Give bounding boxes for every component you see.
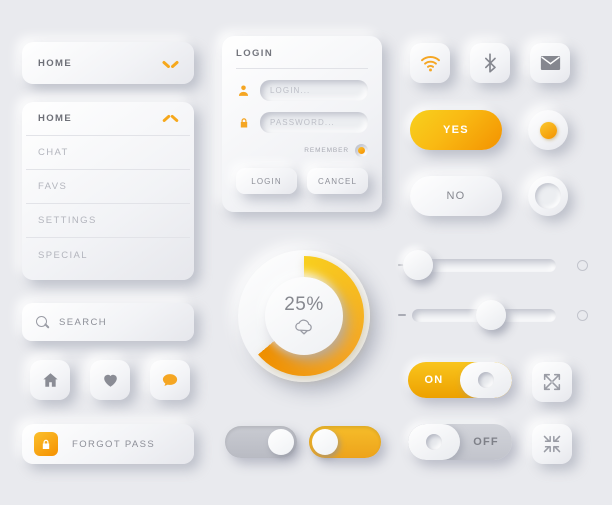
login-card: LOGIN LOGIN... PASSWORD... REMEMBER LOGI… bbox=[222, 36, 382, 212]
dropdown-collapsed-label: HOME bbox=[38, 57, 73, 69]
dropdown-item-label: SETTINGS bbox=[38, 215, 97, 226]
toggle-on[interactable]: ON bbox=[408, 362, 512, 398]
mail-icon bbox=[540, 56, 560, 70]
password-row: PASSWORD... bbox=[236, 112, 368, 133]
chat-button[interactable] bbox=[150, 360, 190, 400]
dropdown-item-favs[interactable]: FAVS bbox=[26, 170, 190, 204]
toggle-knob bbox=[268, 429, 294, 455]
login-actions: LOGIN CANCEL bbox=[236, 168, 368, 194]
password-placeholder: PASSWORD... bbox=[270, 118, 335, 127]
slider-handle[interactable] bbox=[476, 300, 507, 330]
expand-button[interactable] bbox=[532, 362, 572, 402]
chat-bubble-icon bbox=[162, 373, 178, 386]
dropdown-item-label: FAVS bbox=[38, 181, 68, 192]
toggle-off[interactable]: OFF bbox=[408, 424, 512, 460]
user-icon bbox=[236, 82, 251, 99]
minus-icon bbox=[398, 314, 406, 316]
collapse-button[interactable] bbox=[532, 424, 572, 464]
toggle-knob bbox=[312, 429, 338, 455]
password-field[interactable]: PASSWORD... bbox=[260, 112, 368, 133]
chevron-up-icon bbox=[163, 114, 178, 123]
forgot-password-label: FORGOT PASS bbox=[72, 438, 156, 450]
favorite-button[interactable] bbox=[90, 360, 130, 400]
dropdown-item-special[interactable]: SPECIAL bbox=[26, 238, 190, 272]
home-icon bbox=[42, 373, 58, 387]
cloud-download-icon bbox=[295, 319, 312, 335]
dropdown-item-settings[interactable]: SETTINGS bbox=[26, 204, 190, 238]
expand-icon bbox=[543, 373, 561, 391]
collapse-icon bbox=[543, 435, 561, 453]
login-title: LOGIN bbox=[236, 48, 274, 59]
circle-icon bbox=[577, 260, 588, 271]
toggle-knob bbox=[460, 362, 512, 398]
mail-button[interactable] bbox=[530, 43, 570, 83]
lock-icon bbox=[34, 432, 58, 456]
remember-label: REMEMBER bbox=[304, 147, 349, 154]
bluetooth-icon bbox=[485, 53, 496, 73]
lock-icon bbox=[236, 114, 251, 131]
radio-unselected[interactable] bbox=[528, 176, 568, 216]
progress-percent-label: 25% bbox=[284, 294, 324, 315]
home-button[interactable] bbox=[30, 360, 70, 400]
slider-track[interactable] bbox=[412, 259, 556, 272]
login-cancel-label: CANCEL bbox=[317, 176, 358, 186]
wifi-icon bbox=[420, 55, 440, 71]
yes-label: YES bbox=[443, 124, 469, 136]
forgot-password-button[interactable]: FORGOT PASS bbox=[22, 424, 194, 464]
radio-selected[interactable] bbox=[528, 110, 568, 150]
dropdown-item-home[interactable]: HOME bbox=[26, 102, 190, 136]
progress-ring-center: 25% bbox=[265, 277, 343, 355]
slider-empty[interactable] bbox=[398, 250, 588, 280]
no-label: NO bbox=[446, 190, 466, 202]
chevron-down-icon bbox=[163, 59, 178, 68]
slider-handle[interactable] bbox=[402, 250, 433, 280]
toggle-on-label: ON bbox=[424, 374, 444, 386]
yes-button[interactable]: YES bbox=[410, 110, 502, 150]
progress-ring[interactable]: 25% bbox=[238, 250, 370, 382]
search-text: SEARCH bbox=[59, 316, 107, 328]
username-row: LOGIN... bbox=[236, 80, 368, 101]
remember-row: REMEMBER bbox=[236, 144, 368, 157]
dropdown-collapsed[interactable]: HOME bbox=[22, 42, 194, 84]
dropdown-expanded-header: HOME bbox=[38, 113, 73, 124]
login-cancel-button[interactable]: CANCEL bbox=[307, 168, 368, 194]
remember-checkbox[interactable] bbox=[355, 144, 368, 157]
username-placeholder: LOGIN... bbox=[270, 86, 311, 95]
toggle-orange-off[interactable] bbox=[309, 426, 381, 458]
dropdown-expanded: HOME CHAT FAVS SETTINGS SPECIAL bbox=[22, 102, 194, 280]
username-field[interactable]: LOGIN... bbox=[260, 80, 368, 101]
search-icon bbox=[36, 315, 49, 329]
toggle-knob bbox=[408, 424, 460, 460]
dropdown-item-label: CHAT bbox=[38, 147, 69, 158]
login-submit-button[interactable]: LOGIN bbox=[236, 168, 297, 194]
heart-icon bbox=[103, 374, 117, 387]
search-input[interactable]: SEARCH bbox=[22, 303, 194, 341]
ui-kit-canvas: HOME HOME CHAT FAVS SETTINGS SPECIAL SEA… bbox=[0, 0, 612, 505]
circle-icon bbox=[577, 310, 588, 321]
bluetooth-button[interactable] bbox=[470, 43, 510, 83]
dropdown-item-chat[interactable]: CHAT bbox=[26, 136, 190, 170]
login-submit-label: LOGIN bbox=[251, 176, 282, 186]
toggle-gray-on[interactable] bbox=[225, 426, 297, 458]
slider-filled[interactable] bbox=[398, 300, 588, 330]
dropdown-item-label: SPECIAL bbox=[38, 249, 88, 261]
wifi-button[interactable] bbox=[410, 43, 450, 83]
divider bbox=[236, 68, 368, 69]
toggle-off-label: OFF bbox=[473, 436, 499, 448]
no-button[interactable]: NO bbox=[410, 176, 502, 216]
